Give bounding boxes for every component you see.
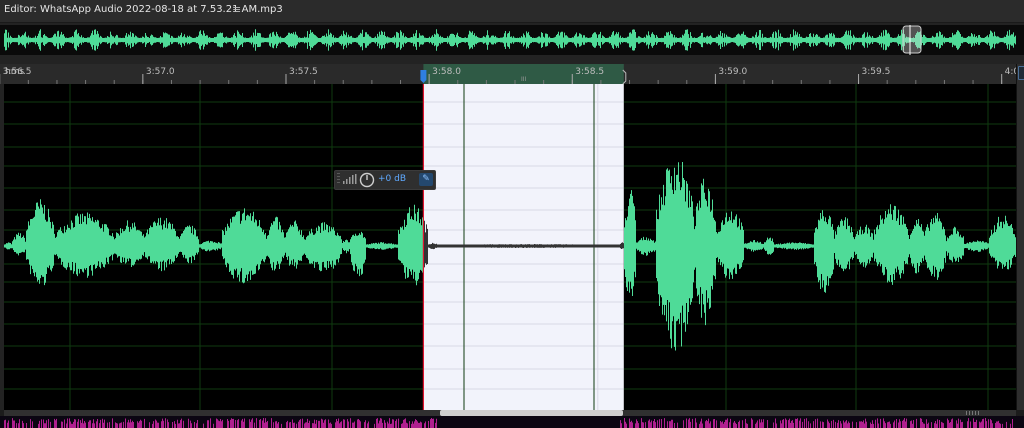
editor-title-bar: Editor: WhatsApp Audio 2022-08-18 at 7.5…	[0, 0, 1024, 23]
hamburger-menu-icon[interactable]: ≡	[232, 0, 241, 20]
spectral-graphic	[4, 418, 1013, 428]
pin-icon[interactable]: ✎	[419, 173, 433, 186]
ruler-tick-label: 3:56.5	[2, 67, 32, 77]
main-waveform-graphic	[4, 84, 1016, 410]
gain-value[interactable]: +0 dB	[378, 174, 406, 184]
scrollbar-grip	[966, 411, 980, 415]
ruler-tick-label: 3:57.5	[288, 67, 318, 77]
ruler-tick-label: 3:57.0	[145, 67, 175, 77]
overview-wave-path	[4, 29, 1016, 51]
bottom-scroll-area	[0, 410, 1024, 428]
volume-knob-icon[interactable]	[359, 172, 375, 188]
ruler-tick-label: 3:59.0	[718, 67, 748, 77]
spectral-display	[0, 416, 1024, 428]
ruler-tick-label: 3:58.5	[575, 67, 605, 77]
waveform-display[interactable]	[4, 84, 1016, 410]
ruler-tick-label: 3:58.0	[432, 67, 461, 77]
overview-waveform[interactable]	[0, 25, 1024, 55]
time-ruler[interactable]: III hms 3:56.5 3:57.0 3:57.5 3:58.0 3:58.5 3:…	[0, 64, 1024, 84]
amplitude-ruler	[1016, 64, 1024, 410]
drag-handle[interactable]	[337, 173, 340, 185]
overview-waveform-graphic	[4, 25, 1016, 55]
svg-text:III: III	[521, 76, 527, 83]
level-meter-icon	[343, 174, 357, 184]
zoom-icon[interactable]	[1018, 66, 1024, 80]
ruler-tick-label: 3:59.5	[861, 67, 891, 77]
overview-viewport-indicator	[902, 25, 922, 54]
spectral-path	[4, 418, 1013, 428]
heads-up-display[interactable]: +0 dB ✎	[334, 170, 436, 190]
